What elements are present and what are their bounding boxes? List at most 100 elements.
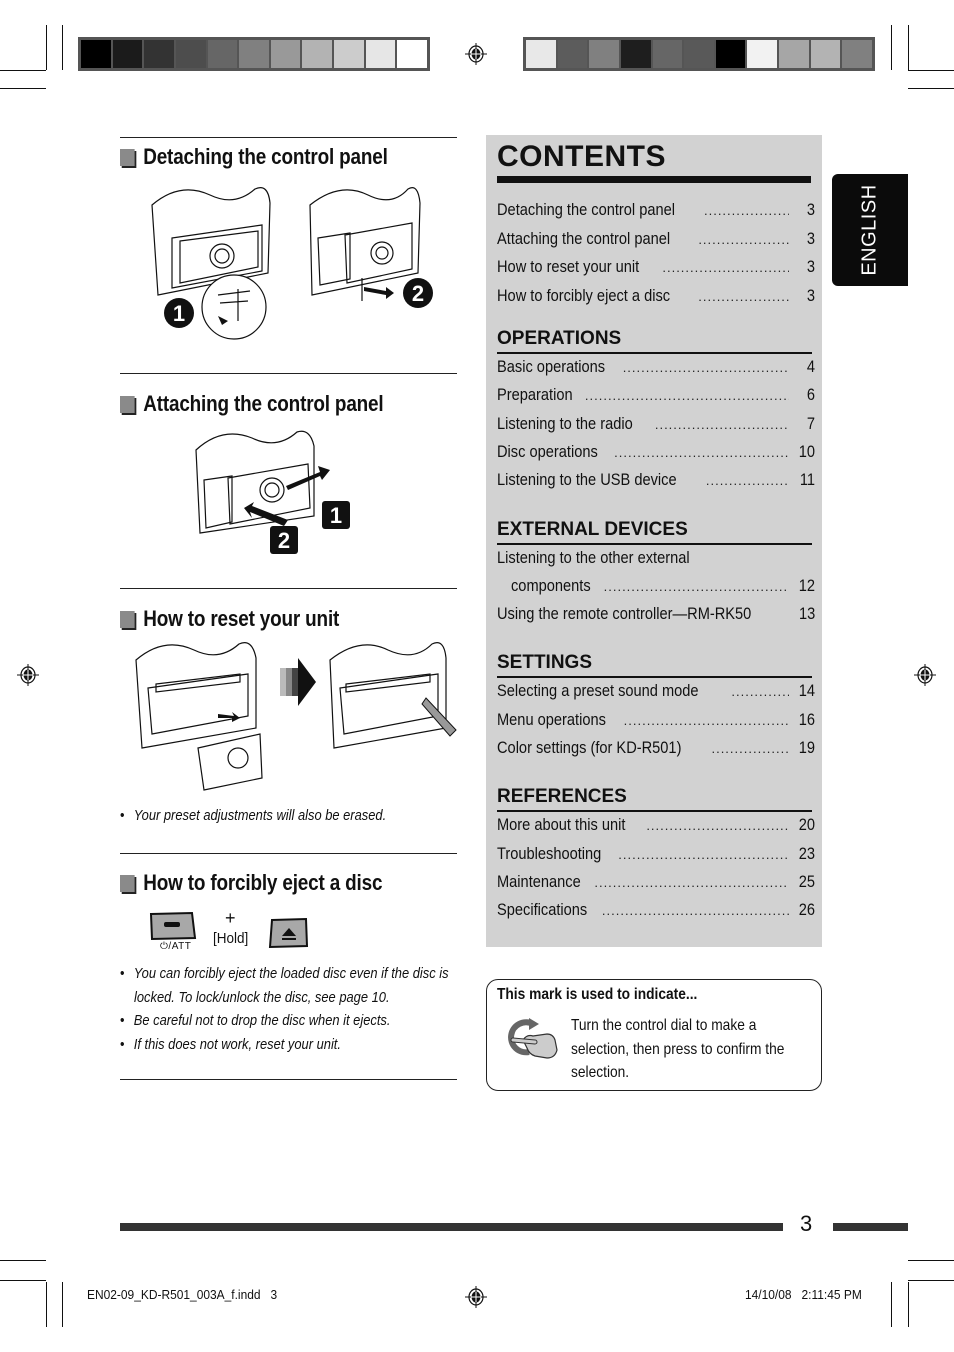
note-text: Be careful not to drop the disc when it … <box>133 1012 391 1029</box>
toc-entry-page: 12 <box>798 575 815 595</box>
footer-bar-left <box>120 1223 783 1231</box>
leader-dots: ........................................… <box>703 203 789 218</box>
leader-dots: ........................................… <box>594 874 789 890</box>
section-title-attaching: Attaching the control panel <box>120 391 384 417</box>
note-text: locked. To lock/unlock the disc, see pag… <box>134 989 390 1006</box>
toc-entry-label: Basic operations <box>497 357 606 376</box>
toc-entry[interactable]: Selecting a preset sound mode...........… <box>497 681 815 705</box>
toc-entry-page: 23 <box>798 843 815 863</box>
section-bullet-icon <box>120 610 135 628</box>
toc-entry-label: Using the remote controller—RM-RK50 <box>497 604 752 624</box>
section-divider <box>120 137 457 138</box>
section-divider <box>120 588 457 589</box>
toc-entry-label: Specifications <box>497 900 588 920</box>
color-swatch <box>144 40 174 68</box>
step-number: 1 <box>330 503 342 528</box>
crop-mark <box>908 1282 909 1327</box>
section-title-detaching: Detaching the control panel <box>120 144 388 170</box>
toc-entry[interactable]: Basic operations........................… <box>497 357 815 381</box>
section-title-reset: How to reset your unit <box>120 606 339 632</box>
crop-mark <box>908 88 954 89</box>
color-swatch <box>620 40 651 68</box>
toc-entry-page: 13 <box>798 604 815 624</box>
step-number: 1 <box>173 301 185 326</box>
leader-dots: ........................................… <box>646 818 789 834</box>
crop-mark <box>0 1280 46 1281</box>
toc-entry[interactable]: Listening to the radio..................… <box>497 414 815 438</box>
dial-mark-legend-box: This mark is used to indicate... Turn th… <box>486 979 822 1091</box>
toc-entry[interactable]: Listening to the other external <box>497 548 815 572</box>
toc-entry-label: Maintenance <box>497 871 581 891</box>
toc-entry[interactable]: components..............................… <box>511 576 815 600</box>
toc-entry-label: Menu operations <box>497 709 606 729</box>
toc-entry[interactable]: Color settings (for KD-R501)............… <box>497 738 815 762</box>
section-title-text: How to reset your unit <box>143 606 340 631</box>
arrow-right-icon <box>298 658 316 706</box>
crop-mark <box>908 70 954 71</box>
toc-category-heading: SETTINGS <box>497 652 593 674</box>
toc-category-underline <box>497 542 812 545</box>
language-tab: ENGLISH <box>832 174 908 286</box>
toc-entry-page: 3 <box>806 228 815 248</box>
registration-mark-icon <box>465 1286 487 1308</box>
crop-mark <box>0 1260 46 1261</box>
toc-entry[interactable]: Listening to the USB device.............… <box>497 470 815 494</box>
crop-mark <box>908 1260 954 1261</box>
section-title-text: Attaching the control panel <box>143 391 384 416</box>
toc-entry-label: components <box>511 575 591 595</box>
toc-entry[interactable]: How to forcibly eject a disc............… <box>497 286 815 310</box>
toc-entry-page: 16 <box>798 709 815 729</box>
toc-entry[interactable]: Menu operations.........................… <box>497 710 815 734</box>
toc-entry-label: Color settings (for KD-R501) <box>497 738 682 757</box>
section-divider <box>120 373 457 374</box>
print-timestamp: 14/10/08 2:11:45 PM <box>745 1287 862 1302</box>
toc-entry[interactable]: Using the remote controller—RM-RK50.....… <box>497 604 815 628</box>
toc-entry[interactable]: Preparation.............................… <box>497 385 815 409</box>
toc-entry-page: 3 <box>806 200 815 219</box>
contents-title-underline <box>497 176 811 183</box>
language-tab-label: ENGLISH <box>858 184 881 276</box>
reset-note: • Your preset adjustments will also be er… <box>120 807 387 824</box>
toc-entry[interactable]: Specifications..........................… <box>497 900 815 924</box>
section-bullet-icon <box>120 148 135 166</box>
toc-entry[interactable]: Detaching the control panel.............… <box>497 200 815 224</box>
leader-dots: ........................................… <box>711 741 789 756</box>
eject-note-1: • You can forcibly eject the loaded disc … <box>120 965 449 982</box>
toc-entry-page: 10 <box>798 441 815 461</box>
color-swatch <box>810 40 841 68</box>
color-swatch <box>207 40 238 68</box>
section-title-eject: How to forcibly eject a disc <box>120 870 382 896</box>
leader-dots: ........................................… <box>622 360 789 375</box>
color-swatch <box>302 40 333 68</box>
toc-entry[interactable]: More about this unit....................… <box>497 815 815 839</box>
color-swatch <box>747 40 778 68</box>
note-text: You can forcibly eject the loaded disc e… <box>133 965 449 982</box>
toc-entry-label: Listening to the USB device <box>497 470 677 490</box>
note-text: If this does not work, reset your unit. <box>133 1036 341 1053</box>
registration-mark-icon <box>914 664 936 686</box>
section-bullet-icon <box>120 874 135 892</box>
contents-title: CONTENTS <box>497 140 666 173</box>
toc-entry-label: How to reset your unit <box>497 257 640 276</box>
color-swatch <box>81 40 111 68</box>
color-swatch <box>557 40 588 68</box>
toc-entry[interactable]: Troubleshooting.........................… <box>497 844 815 868</box>
section-bullet-icon <box>120 395 135 413</box>
color-swatch <box>270 40 301 68</box>
toc-category-heading: REFERENCES <box>497 786 627 808</box>
toc-entry-page: 3 <box>806 285 815 305</box>
toc-entry-page: 14 <box>798 681 815 701</box>
attach-panel-illustration: 1 2 <box>195 430 350 554</box>
color-swatch <box>589 40 619 68</box>
color-swatch <box>397 40 428 68</box>
leader-dots: ........................................… <box>584 388 789 404</box>
toc-entry[interactable]: Attaching the control panel.............… <box>497 229 815 253</box>
toc-entry[interactable]: Maintenance.............................… <box>497 872 815 896</box>
toc-category-underline <box>497 352 812 354</box>
toc-entry[interactable]: Disc operations.........................… <box>497 442 815 466</box>
color-swatch <box>175 40 206 68</box>
color-swatch <box>112 40 143 68</box>
eject-note-2: • Be careful not to drop the disc when it… <box>120 1012 391 1029</box>
color-calibration-bar-left <box>78 37 430 71</box>
toc-entry[interactable]: How to reset your unit..................… <box>497 257 815 281</box>
